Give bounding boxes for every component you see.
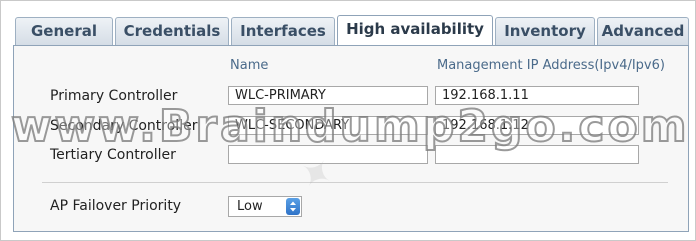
primary-controller-name-field[interactable]: WLC-PRIMARY [228, 86, 428, 105]
tertiary-controller-name-field[interactable] [228, 145, 428, 164]
ap-configuration-dialog: General Credentials Interfaces High avai… [0, 0, 696, 241]
primary-controller-ip-field[interactable]: 192.168.1.11 [435, 86, 639, 105]
up-down-arrows-icon[interactable] [286, 198, 300, 215]
tab-interfaces[interactable]: Interfaces [231, 17, 335, 45]
secondary-controller-name-field[interactable]: WLC-SECONDARY [228, 116, 428, 135]
tab-advanced[interactable]: Advanced [597, 17, 689, 45]
name-column-header: Name [230, 58, 269, 73]
high-availability-panel: Name Management IP Address(Ipv4/Ipv6) Pr… [13, 46, 689, 232]
secondary-controller-ip-field[interactable]: 192.168.1.12 [435, 116, 639, 135]
section-divider [42, 182, 668, 183]
secondary-controller-label: Secondary Controller [50, 118, 198, 134]
ap-failover-priority-select[interactable]: Low [228, 196, 302, 217]
primary-controller-label: Primary Controller [50, 88, 178, 104]
tab-general[interactable]: General [15, 17, 113, 45]
tertiary-controller-ip-field[interactable] [435, 145, 639, 164]
tab-credentials[interactable]: Credentials [115, 17, 229, 45]
tertiary-controller-label: Tertiary Controller [50, 147, 176, 163]
tab-high-availability[interactable]: High availability [337, 15, 493, 45]
tab-inventory[interactable]: Inventory [495, 17, 595, 45]
ip-column-header: Management IP Address(Ipv4/Ipv6) [437, 58, 665, 73]
ap-failover-priority-label: AP Failover Priority [50, 198, 182, 214]
tab-bar: General Credentials Interfaces High avai… [15, 15, 689, 46]
ap-failover-priority-value: Low [237, 199, 263, 214]
